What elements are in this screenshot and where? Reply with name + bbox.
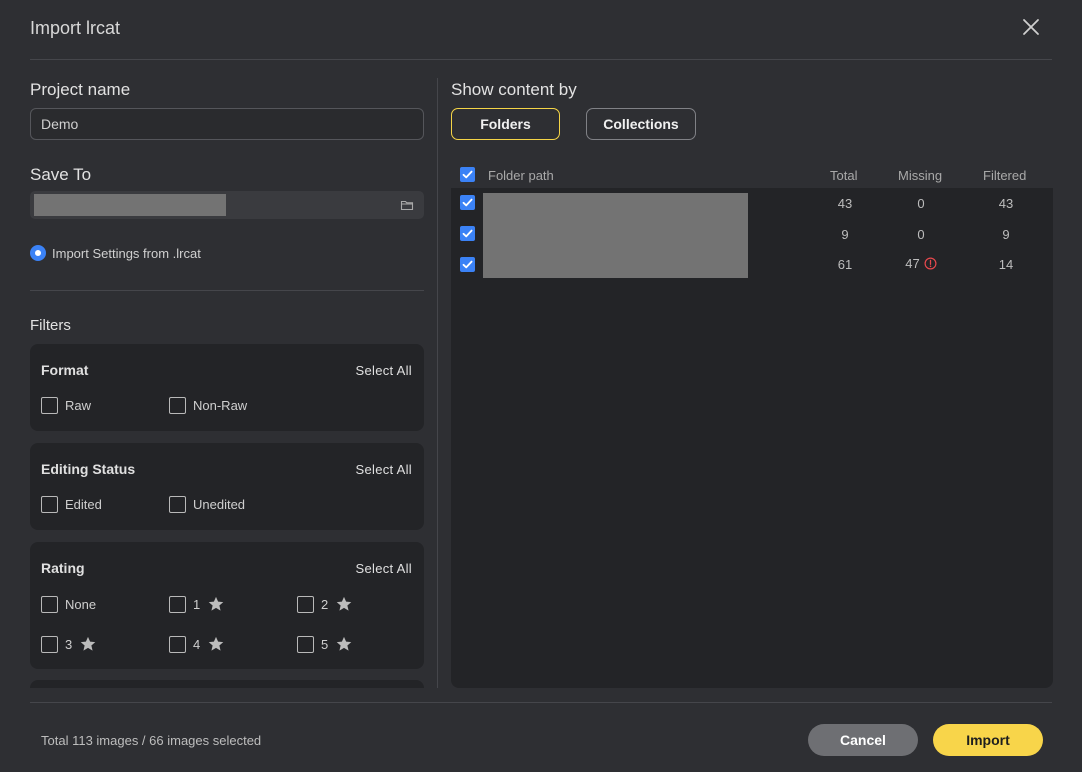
import-button[interactable]: Import xyxy=(933,724,1043,756)
header-missing: Missing xyxy=(898,168,943,183)
rating-option-1[interactable]: 1 xyxy=(169,595,225,613)
rating-option-5[interactable]: 5 xyxy=(297,635,353,653)
filter-next-card xyxy=(30,680,424,688)
folder-icon[interactable] xyxy=(400,198,414,212)
checkbox[interactable] xyxy=(169,496,186,513)
row-checkbox[interactable] xyxy=(460,195,475,210)
show-content-label: Show content by xyxy=(451,80,577,99)
save-to-label: Save To xyxy=(30,165,92,184)
filter-format-card: Format Select All Raw Non-Raw xyxy=(30,344,424,431)
row-total: 61 xyxy=(837,257,853,272)
rating-select-all-button[interactable]: Select All xyxy=(356,561,412,576)
format-option-raw[interactable]: Raw xyxy=(41,397,91,414)
checkbox[interactable] xyxy=(169,595,186,613)
redacted-path xyxy=(34,194,226,216)
format-option-non-raw[interactable]: Non-Raw xyxy=(169,397,247,414)
import-dialog: Import lrcat Project name Save To Import… xyxy=(0,0,1082,772)
filter-rating-card: Rating Select All None 1 2 3 4 5 xyxy=(30,542,424,669)
folders-table: Folder path Total Missing Filtered 43 0 … xyxy=(451,160,1053,688)
row-filtered: 9 xyxy=(1002,227,1010,242)
row-missing: 47 xyxy=(905,256,920,271)
row-total: 43 xyxy=(837,196,853,211)
filters-label: Filters xyxy=(30,317,71,334)
checkbox[interactable] xyxy=(41,596,58,613)
checkbox[interactable] xyxy=(169,635,186,653)
star-icon xyxy=(80,636,96,651)
divider xyxy=(30,290,424,291)
row-missing: 0 xyxy=(917,196,925,211)
format-select-all-button[interactable]: Select All xyxy=(356,363,412,378)
rating-option-4[interactable]: 4 xyxy=(169,635,225,653)
star-icon xyxy=(208,596,224,611)
tab-folders[interactable]: Folders xyxy=(451,108,560,140)
editing-option-edited[interactable]: Edited xyxy=(41,496,102,513)
rating-option-3[interactable]: 3 xyxy=(41,635,97,653)
rating-option-2[interactable]: 2 xyxy=(297,595,353,613)
checkbox[interactable] xyxy=(41,397,58,414)
checkbox[interactable] xyxy=(169,397,186,414)
star-icon xyxy=(336,596,352,611)
header-total: Total xyxy=(830,168,858,183)
filter-format-title: Format xyxy=(41,362,89,378)
filter-rating-title: Rating xyxy=(41,560,85,576)
star-icon xyxy=(336,636,352,651)
warning-icon xyxy=(924,257,937,270)
redacted-folder-paths xyxy=(483,193,748,278)
import-settings-label: Import Settings from .lrcat xyxy=(52,245,201,261)
filter-editing-status-card: Editing Status Select All Edited Unedite… xyxy=(30,443,424,530)
left-panel: Project name Save To Import Settings fro… xyxy=(30,60,424,688)
dialog-title: Import lrcat xyxy=(30,18,121,38)
row-checkbox[interactable] xyxy=(460,226,475,241)
star-icon xyxy=(208,636,224,651)
filter-editing-status-title: Editing Status xyxy=(41,461,136,477)
checkbox[interactable] xyxy=(297,595,314,613)
dialog-header: Import lrcat xyxy=(30,0,1052,60)
table-header: Folder path Total Missing Filtered xyxy=(451,160,1053,188)
row-checkbox[interactable] xyxy=(460,257,475,272)
checkbox[interactable] xyxy=(41,635,58,653)
checkbox[interactable] xyxy=(41,496,58,513)
selection-status: Total 113 images / 66 images selected xyxy=(41,733,262,748)
select-all-checkbox[interactable] xyxy=(460,167,475,182)
import-settings-option[interactable]: Import Settings from .lrcat xyxy=(30,245,201,261)
radio-selected[interactable] xyxy=(30,245,46,261)
header-folder-path: Folder path xyxy=(488,168,554,183)
footer-divider xyxy=(30,702,1052,703)
rating-option-none[interactable]: None xyxy=(41,596,96,613)
checkbox[interactable] xyxy=(297,635,314,653)
project-name-input[interactable] xyxy=(30,108,424,140)
header-filtered: Filtered xyxy=(983,168,1027,183)
row-missing-cell: 47 xyxy=(891,256,951,271)
editing-status-select-all-button[interactable]: Select All xyxy=(356,462,412,477)
tab-collections[interactable]: Collections xyxy=(586,108,696,140)
row-filtered: 43 xyxy=(998,196,1014,211)
row-total: 9 xyxy=(841,227,849,242)
save-to-field[interactable] xyxy=(30,191,424,219)
cancel-button[interactable]: Cancel xyxy=(808,724,918,756)
project-name-label: Project name xyxy=(30,80,131,99)
column-separator xyxy=(437,78,438,688)
row-missing: 0 xyxy=(917,227,925,242)
editing-option-unedited[interactable]: Unedited xyxy=(169,496,245,513)
close-icon[interactable] xyxy=(1020,16,1042,38)
row-filtered: 14 xyxy=(998,257,1014,272)
